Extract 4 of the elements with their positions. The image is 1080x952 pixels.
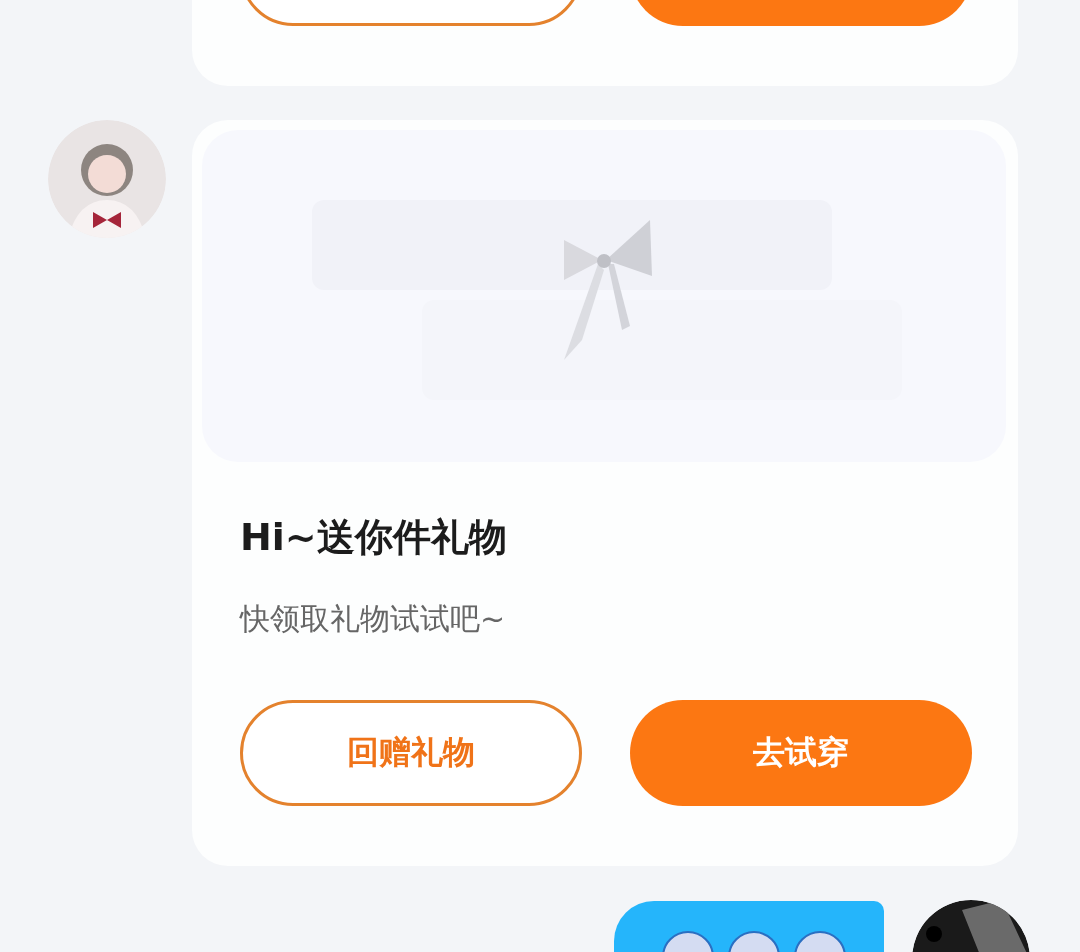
try-on-button[interactable]: 去试穿 [630,700,972,806]
message-title: Hi~送你件礼物 [240,514,508,561]
return-gift-button[interactable]: 回赠礼物 [240,700,582,806]
message-text: 快领取礼物试试吧~ [240,600,507,638]
